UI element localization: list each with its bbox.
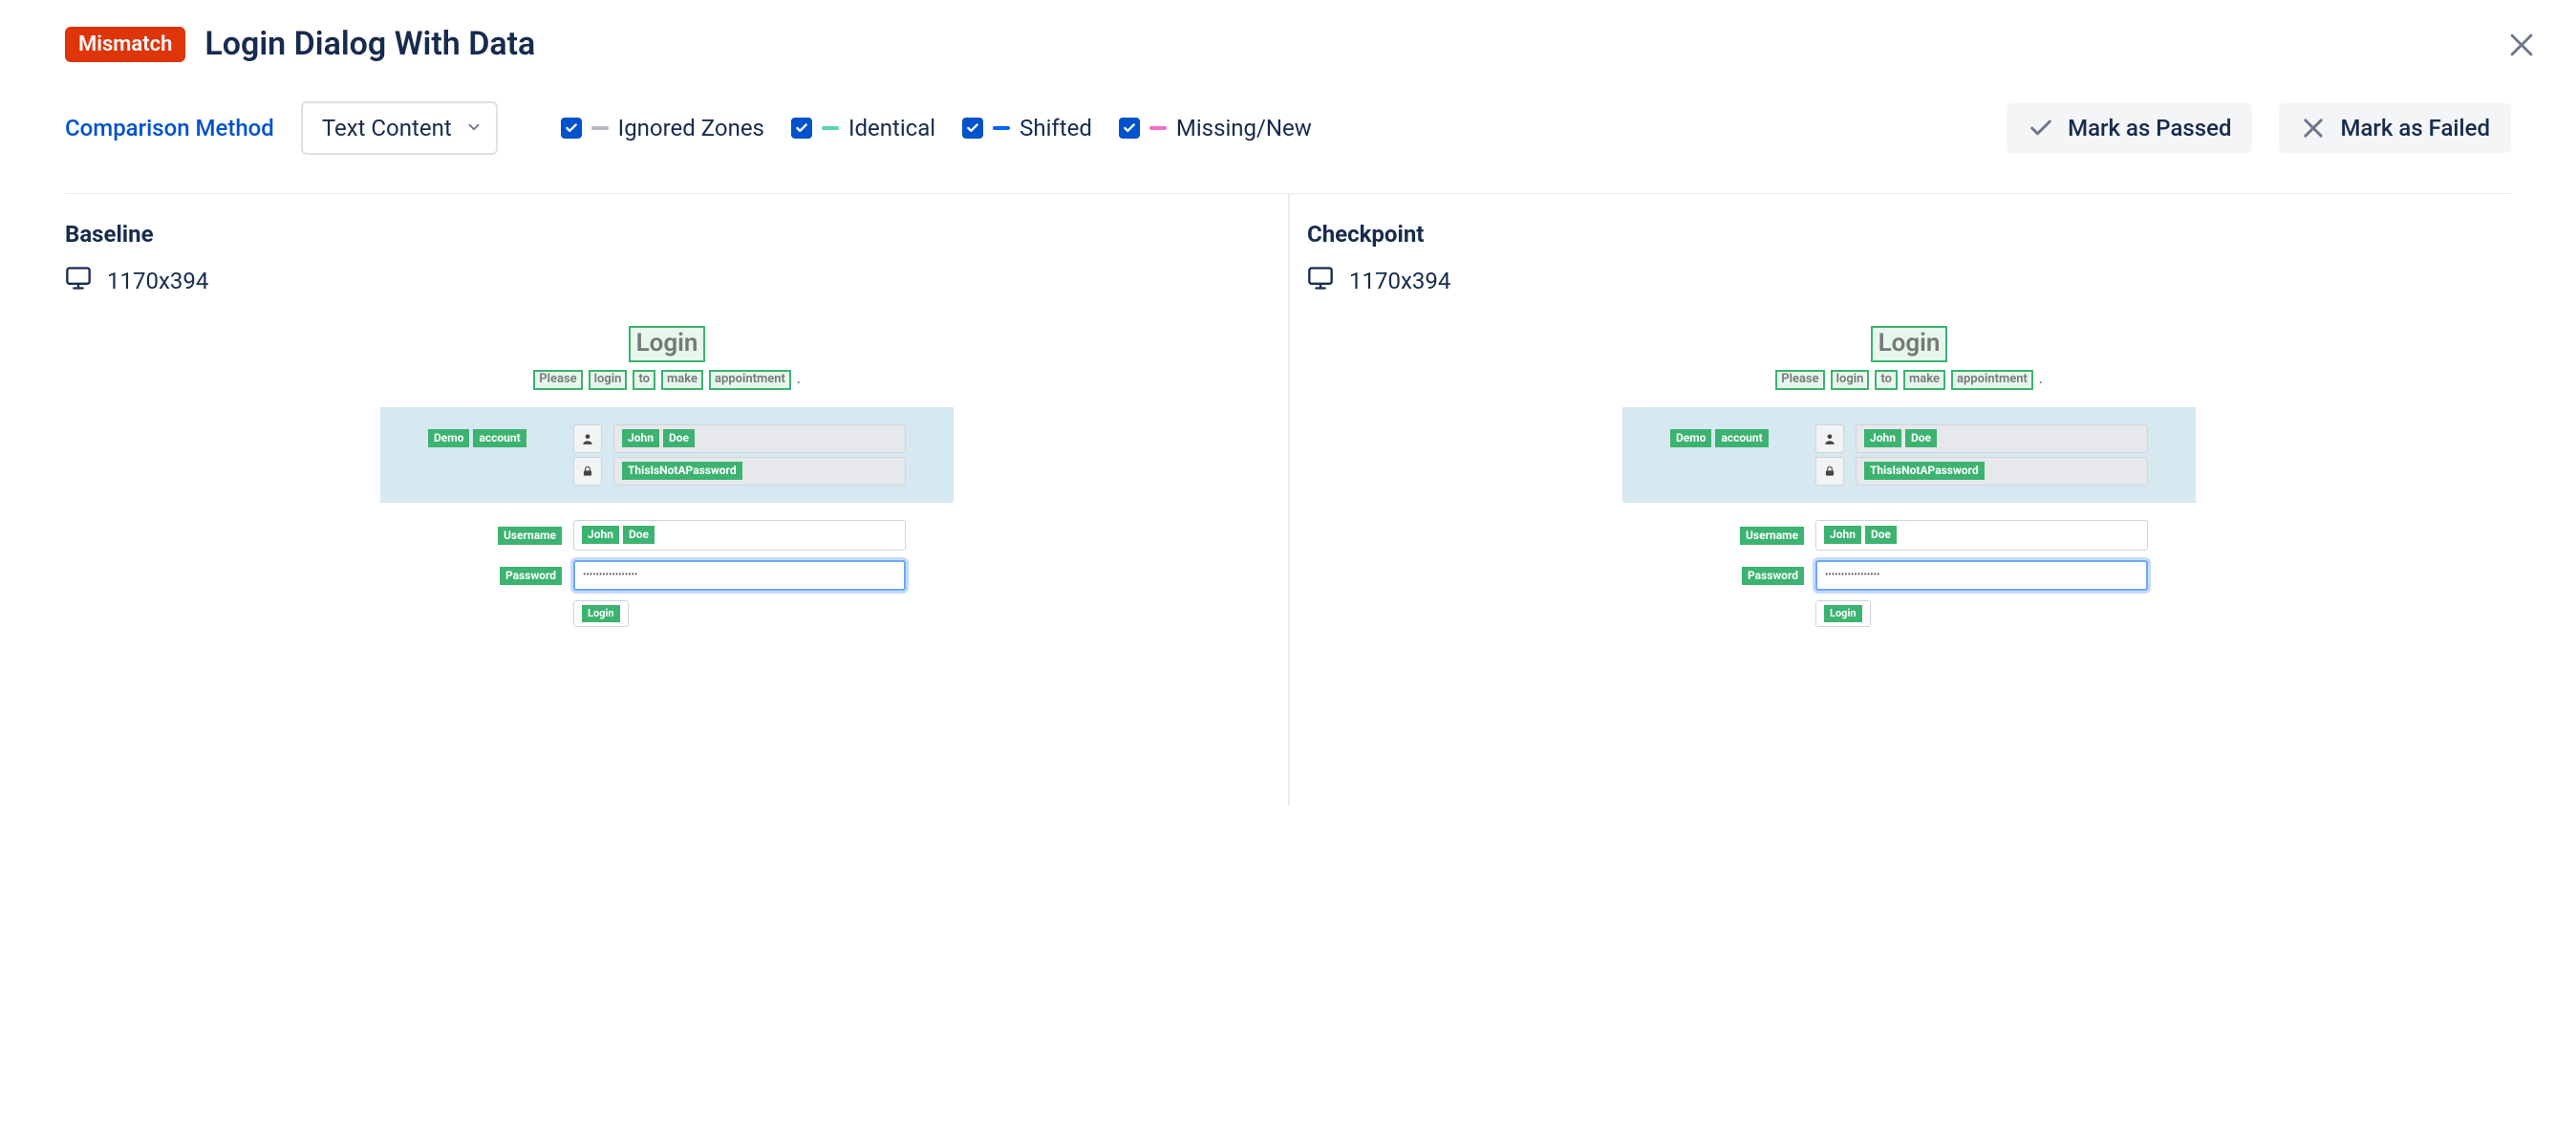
- mark-failed-button[interactable]: Mark as Failed: [2279, 103, 2511, 153]
- vertical-divider: [1288, 194, 1290, 806]
- mock-sub-w4: make: [1903, 370, 1945, 390]
- mock-password-label: Password: [500, 567, 562, 586]
- mock-demo-pass: ThisIsNotAPassword: [622, 462, 742, 481]
- mock-demo-username-field: John Doe: [613, 424, 906, 453]
- mock-username-w2: Doe: [623, 526, 655, 545]
- baseline-title: Baseline: [65, 221, 1269, 248]
- mock-sub-w1: Please: [533, 370, 582, 390]
- close-button[interactable]: [2505, 29, 2538, 65]
- mock-demo-username-field: John Doe: [1856, 424, 2148, 453]
- mock-demo-pass: ThisIsNotAPassword: [1864, 462, 1985, 481]
- mock-username-w1: John: [582, 526, 619, 545]
- mock-demo-label-w2: account: [473, 429, 526, 448]
- comparison-method-select[interactable]: Text Content: [301, 101, 498, 155]
- mock-username-label: Username: [1740, 527, 1804, 546]
- mock-sub-w5: appointment: [709, 370, 791, 390]
- mock-username-input: John Doe: [1815, 520, 2148, 551]
- mock-subtitle: Please login to make appointment .: [380, 370, 954, 390]
- mock-login-heading: Login: [1871, 326, 1948, 362]
- legend-label-missing: Missing/New: [1176, 115, 1312, 141]
- mock-sub-w2: login: [1831, 370, 1870, 390]
- legend-label-identical: Identical: [848, 115, 935, 141]
- mark-passed-label: Mark as Passed: [2068, 115, 2231, 141]
- monitor-icon: [1307, 265, 1334, 297]
- mock-demo-label-w1: Demo: [428, 429, 469, 448]
- mock-demo-user-w2: Doe: [663, 429, 695, 448]
- checkpoint-pane: Checkpoint 1170x394 Login Please login t…: [1288, 194, 2511, 627]
- mock-login-button: Login: [573, 600, 629, 627]
- legend-label-ignored: Ignored Zones: [618, 115, 764, 141]
- legend-identical[interactable]: Identical: [791, 115, 935, 141]
- close-icon: [2505, 29, 2538, 61]
- page-title: Login Dialog With Data: [204, 25, 535, 63]
- mock-demo-account-box: Demo account John Doe: [1622, 407, 2196, 503]
- mock-sub-period: .: [797, 373, 801, 387]
- mock-login-button: Login: [1815, 600, 1871, 627]
- monitor-icon: [65, 265, 92, 297]
- legend-missing-new[interactable]: Missing/New: [1119, 115, 1312, 141]
- mock-demo-user-w1: John: [622, 429, 659, 448]
- baseline-screenshot: Login Please login to make appointment .…: [380, 326, 954, 627]
- mock-username-input: John Doe: [573, 520, 906, 551]
- mock-login-button-label: Login: [1824, 605, 1862, 622]
- mock-sub-w1: Please: [1775, 370, 1824, 390]
- mock-sub-period: .: [2039, 373, 2043, 387]
- mock-sub-w4: make: [661, 370, 703, 390]
- baseline-pane: Baseline 1170x394 Login Please login to …: [65, 194, 1288, 627]
- checkbox-identical[interactable]: [791, 118, 812, 139]
- mock-demo-user-w2: Doe: [1905, 429, 1937, 448]
- legend-color-shifted: [993, 126, 1010, 130]
- x-icon: [2300, 115, 2327, 141]
- legend-label-shifted: Shifted: [1020, 115, 1092, 141]
- checkbox-ignored[interactable]: [561, 118, 582, 139]
- mock-demo-label-w2: account: [1715, 429, 1768, 448]
- mock-demo-account-box: Demo account John Doe: [380, 407, 954, 503]
- legend-ignored-zones[interactable]: Ignored Zones: [561, 115, 764, 141]
- check-icon: [2028, 115, 2054, 141]
- mock-sub-w3: to: [1875, 370, 1898, 390]
- mock-password-label: Password: [1742, 567, 1804, 586]
- checkpoint-title: Checkpoint: [1307, 221, 2511, 248]
- checkbox-missing[interactable]: [1119, 118, 1140, 139]
- mock-login-heading: Login: [629, 326, 706, 362]
- mock-password-input: •••••••••••••••••: [573, 560, 906, 591]
- baseline-resolution: 1170x394: [107, 268, 208, 294]
- mock-sub-w5: appointment: [1951, 370, 2033, 390]
- mock-sub-w3: to: [633, 370, 655, 390]
- mock-login-button-label: Login: [582, 605, 620, 622]
- legend-color-ignored: [591, 126, 609, 130]
- mock-demo-password-field: ThisIsNotAPassword: [1856, 457, 2148, 486]
- comparison-method-label: Comparison Method: [65, 115, 274, 141]
- mark-passed-button[interactable]: Mark as Passed: [2007, 103, 2252, 153]
- comparison-method-value: Text Content: [322, 115, 452, 141]
- mock-demo-user-w1: John: [1864, 429, 1901, 448]
- mock-subtitle: Please login to make appointment .: [1622, 370, 2196, 390]
- mark-failed-label: Mark as Failed: [2340, 115, 2490, 141]
- checkpoint-screenshot: Login Please login to make appointment .…: [1622, 326, 2196, 627]
- mock-password-value: •••••••••••••••••: [1825, 570, 1879, 580]
- checkpoint-resolution: 1170x394: [1349, 268, 1450, 294]
- mock-demo-label-w1: Demo: [1670, 429, 1711, 448]
- legend-shifted[interactable]: Shifted: [962, 115, 1092, 141]
- status-badge-mismatch: Mismatch: [65, 27, 185, 62]
- checkbox-shifted[interactable]: [962, 118, 983, 139]
- legend-color-missing: [1149, 126, 1167, 130]
- mock-password-input: •••••••••••••••••: [1815, 560, 2148, 591]
- legend-color-identical: [822, 126, 839, 130]
- user-icon: [573, 424, 602, 453]
- lock-icon: [573, 457, 602, 486]
- chevron-down-icon: [465, 115, 483, 141]
- mock-demo-password-field: ThisIsNotAPassword: [613, 457, 906, 486]
- mock-sub-w2: login: [589, 370, 628, 390]
- mock-password-value: •••••••••••••••••: [583, 570, 637, 580]
- mock-username-w2: Doe: [1865, 526, 1897, 545]
- mock-username-w1: John: [1824, 526, 1861, 545]
- lock-icon: [1815, 457, 1844, 486]
- mock-username-label: Username: [498, 527, 562, 546]
- user-icon: [1815, 424, 1844, 453]
